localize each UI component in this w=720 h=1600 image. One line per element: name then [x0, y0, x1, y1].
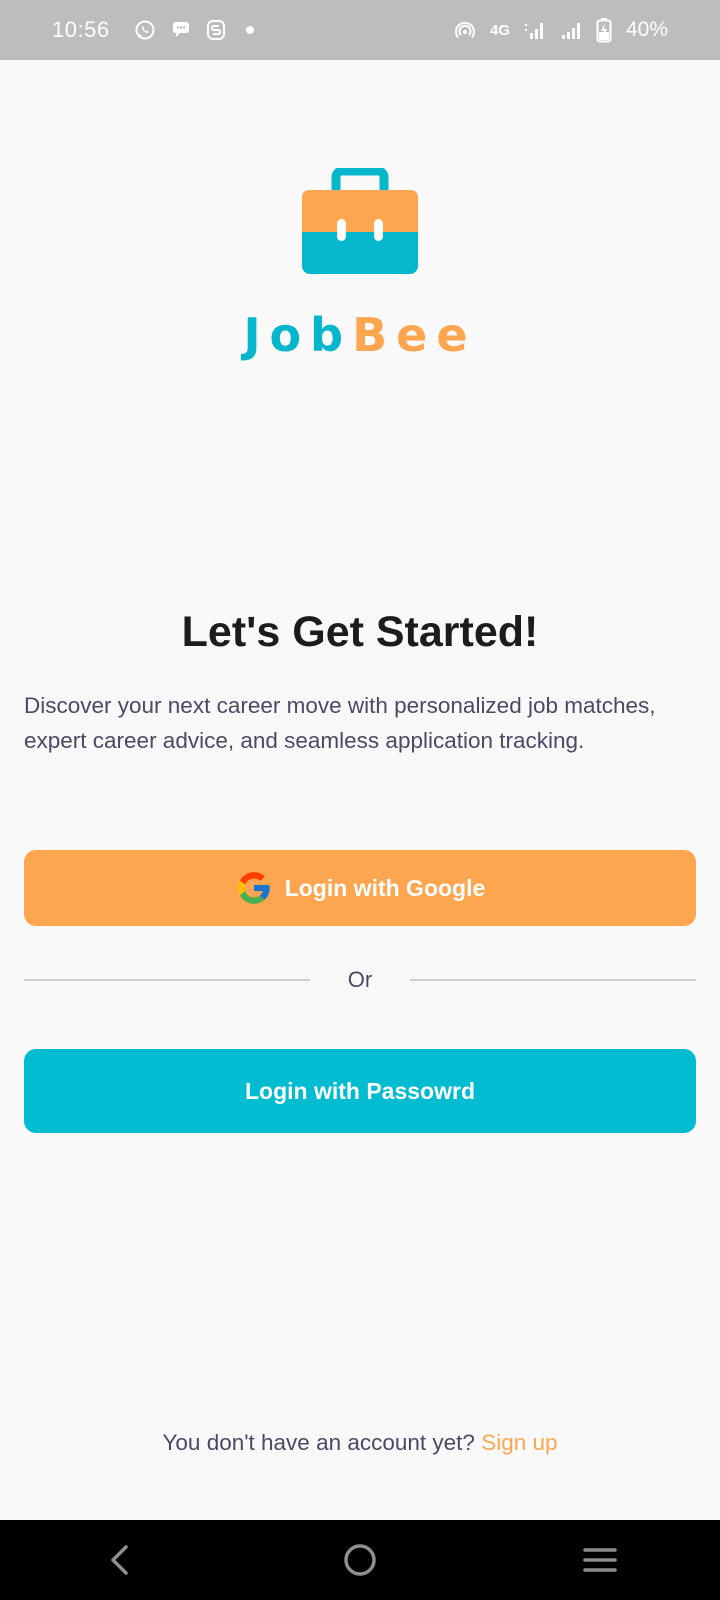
- hotspot-icon: [454, 20, 476, 40]
- divider-line-right: [410, 979, 696, 981]
- battery-charging-icon: [596, 17, 612, 43]
- nav-recents-button[interactable]: [560, 1530, 640, 1590]
- app-name-bee: Bee: [352, 308, 477, 362]
- signup-row: You don't have an account yet? Sign up: [0, 1430, 720, 1456]
- divider-text: Or: [347, 967, 373, 992]
- status-time: 10:56: [52, 17, 110, 42]
- system-nav-bar: [0, 1520, 720, 1600]
- battery-percent: 40%: [625, 18, 668, 41]
- whatsapp-icon: [134, 19, 156, 41]
- status-left: 10:56: [52, 17, 254, 43]
- signal-icon: [524, 20, 546, 40]
- home-circle-icon: [344, 1544, 376, 1576]
- login-with-password-button[interactable]: Login with Passowrd: [24, 1049, 696, 1133]
- signup-link[interactable]: Sign up: [481, 1430, 557, 1455]
- login-with-google-button[interactable]: Login with Google: [24, 850, 696, 926]
- google-icon: [237, 872, 270, 904]
- s-app-icon: [206, 19, 226, 41]
- page-title: Let's Get Started!: [181, 608, 539, 656]
- signal-icon: [560, 20, 582, 40]
- login-with-password-label: Login with Passowrd: [244, 1077, 475, 1104]
- login-with-google-label: Login with Google: [284, 874, 486, 901]
- app-name-job: Job: [243, 308, 353, 362]
- app-logo: JobBee: [0, 168, 720, 362]
- nav-back-button[interactable]: [80, 1530, 160, 1590]
- briefcase-icon: [302, 168, 418, 274]
- or-divider: Or: [24, 960, 696, 1000]
- signup-prompt: You don't have an account yet?: [162, 1430, 475, 1455]
- page-description: Discover your next career move with pers…: [24, 693, 656, 753]
- divider-line-left: [24, 979, 310, 981]
- status-right: 4G 40%: [454, 17, 668, 43]
- app-name: JobBee: [243, 308, 476, 362]
- network-type: 4G: [489, 21, 510, 39]
- menu-lines-icon: [583, 1548, 617, 1572]
- chat-bubble-icon: [170, 19, 192, 41]
- notification-dot: [245, 26, 254, 34]
- status-bar: 10:56 4G 40%: [0, 0, 720, 60]
- login-screen: 10:56 4G 40% JobBee Let's Get Started! D…: [0, 0, 720, 1600]
- back-chevron-icon: [111, 1545, 128, 1575]
- nav-home-button[interactable]: [320, 1530, 400, 1590]
